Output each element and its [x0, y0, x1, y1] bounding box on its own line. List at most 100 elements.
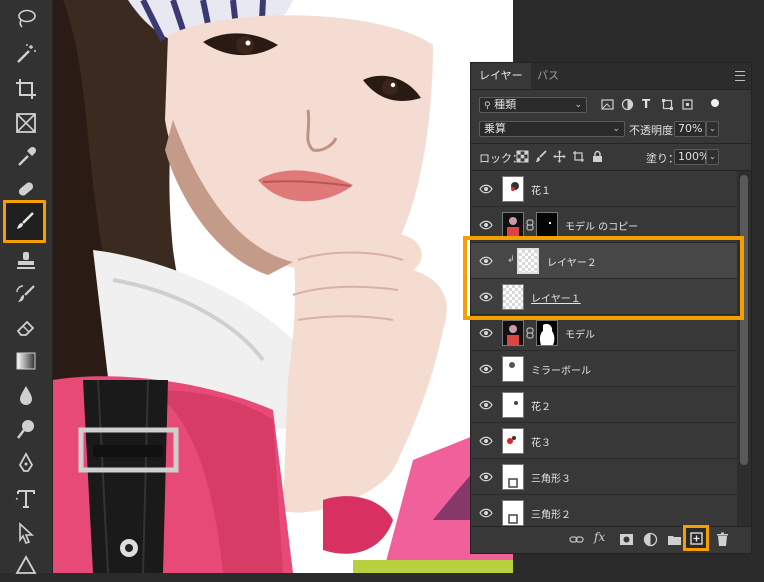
bandage-icon — [18, 182, 34, 196]
eye-icon[interactable] — [479, 327, 493, 339]
filter-toggle-icon[interactable] — [711, 99, 719, 107]
frame-icon — [16, 113, 36, 133]
delete-layer-button[interactable] — [715, 532, 730, 547]
fill-input[interactable]: 100% — [674, 149, 709, 165]
lock-transparent-icon[interactable] — [516, 150, 529, 163]
eye-icon[interactable] — [479, 399, 493, 411]
layers-panel: レイヤー パス ⚲ 種類 ⌄ T 乗算 ⌄ 不透明度： 70% ⌄ ロック： 塗… — [470, 62, 752, 554]
flower-thumbnail-icon — [511, 182, 519, 191]
link-icon — [569, 536, 584, 543]
layer-kind-filter[interactable]: ⚲ 種類 ⌄ — [479, 97, 587, 113]
tab-layers[interactable]: レイヤー — [471, 63, 531, 89]
frame-tool[interactable] — [8, 106, 44, 140]
eraser-tool[interactable] — [8, 310, 44, 344]
shape-tool[interactable] — [8, 548, 44, 582]
eye-icon[interactable] — [479, 255, 493, 267]
eraser-icon — [16, 320, 35, 336]
lasso-icon — [18, 9, 36, 28]
layers-scrollbar[interactable] — [737, 171, 751, 529]
blur-tool[interactable] — [8, 378, 44, 412]
magic-wand-tool[interactable] — [8, 37, 44, 71]
scrollbar-thumb[interactable] — [740, 175, 748, 465]
layer-row[interactable]: 花３ — [471, 423, 737, 459]
brush-tool[interactable] — [3, 200, 46, 243]
eye-icon[interactable] — [479, 471, 493, 483]
adjustment-icon — [643, 532, 658, 547]
new-layer-button-highlight[interactable] — [683, 525, 709, 551]
new-layer-icon — [690, 532, 703, 545]
layer-name: 三角形２ — [531, 510, 571, 521]
layer-row[interactable]: 花１ — [471, 171, 737, 207]
lock-position-icon[interactable] — [553, 150, 566, 163]
dodge-tool[interactable] — [8, 412, 44, 446]
layer-row[interactable]: ↲ レイヤー２ — [471, 243, 737, 279]
layer-row[interactable]: レイヤー１ — [471, 279, 737, 315]
tools-panel — [0, 0, 53, 574]
crop-icon — [16, 79, 36, 99]
clipping-arrow-icon: ↲ — [507, 255, 515, 265]
arrow-cursor-icon — [19, 522, 35, 544]
lock-artboard-icon[interactable] — [572, 150, 585, 163]
eyedropper-tool[interactable] — [8, 140, 44, 174]
eye-icon[interactable] — [479, 183, 493, 195]
lock-row: ロック： 塗り： 100% ⌄ — [471, 147, 751, 167]
fill-dropdown[interactable]: ⌄ — [706, 149, 719, 165]
path-select-tool[interactable] — [8, 516, 44, 550]
link-chain-icon[interactable] — [526, 327, 534, 339]
layer-thumbnail — [502, 464, 524, 490]
lasso-tool[interactable] — [8, 2, 44, 36]
eye-icon[interactable] — [479, 291, 493, 303]
layer-row[interactable]: 三角形３ — [471, 459, 737, 495]
history-brush-tool[interactable] — [8, 278, 44, 312]
fx-icon[interactable]: fx — [594, 530, 609, 545]
type-tool[interactable] — [8, 482, 44, 516]
opacity-dropdown[interactable]: ⌄ — [706, 121, 719, 137]
layers-list: 花１ モデル のコピー ↲ レイヤー２ レイヤー１ モデル ミラーボール 花２ … — [471, 171, 737, 529]
dodge-icon — [17, 420, 34, 439]
layer-name: ミラーボール — [531, 366, 591, 377]
new-group-button[interactable] — [667, 532, 682, 547]
eye-icon[interactable] — [479, 363, 493, 375]
lock-pixels-icon[interactable] — [535, 150, 548, 163]
triangle-thumbnail-icon — [508, 478, 518, 488]
crop-tool[interactable] — [8, 72, 44, 106]
stamp-icon — [17, 252, 35, 269]
gradient-tool[interactable] — [8, 344, 44, 378]
history-brush-icon — [16, 285, 35, 302]
tab-paths[interactable]: パス — [529, 63, 567, 89]
layer-row[interactable]: モデル のコピー — [471, 207, 737, 243]
pen-tool[interactable] — [8, 446, 44, 480]
layer-row[interactable]: ミラーボール — [471, 351, 737, 387]
layer-mask-thumbnail[interactable] — [536, 320, 558, 346]
blend-mode-select[interactable]: 乗算 ⌄ — [479, 121, 625, 137]
layer-thumbnail — [502, 356, 524, 382]
layer-thumbnail — [502, 428, 524, 454]
model-thumbnail-icon — [507, 325, 519, 345]
layer-name: 三角形３ — [531, 474, 571, 485]
layer-name: 花１ — [531, 186, 551, 197]
eye-icon[interactable] — [479, 507, 493, 519]
eye-icon[interactable] — [479, 219, 493, 231]
pixel-filter-icon[interactable] — [601, 98, 614, 111]
blend-mode-value: 乗算 — [484, 122, 506, 135]
drop-icon — [20, 386, 32, 405]
stamp-tool[interactable] — [8, 244, 44, 278]
type-filter-icon[interactable]: T — [642, 97, 650, 111]
link-chain-icon[interactable] — [526, 219, 534, 231]
layer-thumbnail — [502, 392, 524, 418]
layer-row[interactable]: 花２ — [471, 387, 737, 423]
smart-object-filter-icon[interactable] — [681, 98, 694, 111]
adjustment-filter-icon[interactable] — [621, 98, 634, 111]
shape-filter-icon[interactable] — [661, 98, 674, 111]
adjustment-layer-button[interactable] — [643, 532, 658, 547]
lock-all-icon[interactable] — [591, 150, 604, 163]
panel-menu-icon[interactable] — [735, 71, 745, 81]
opacity-input[interactable]: 70% — [674, 121, 706, 137]
layer-row[interactable]: 三角形２ — [471, 495, 737, 529]
layer-mask-thumbnail[interactable] — [536, 212, 558, 238]
filter-row: ⚲ 種類 ⌄ T — [471, 95, 751, 115]
eye-icon[interactable] — [479, 435, 493, 447]
add-mask-button[interactable] — [619, 532, 634, 547]
layer-row[interactable]: モデル — [471, 315, 737, 351]
link-layers-button[interactable] — [569, 532, 584, 547]
